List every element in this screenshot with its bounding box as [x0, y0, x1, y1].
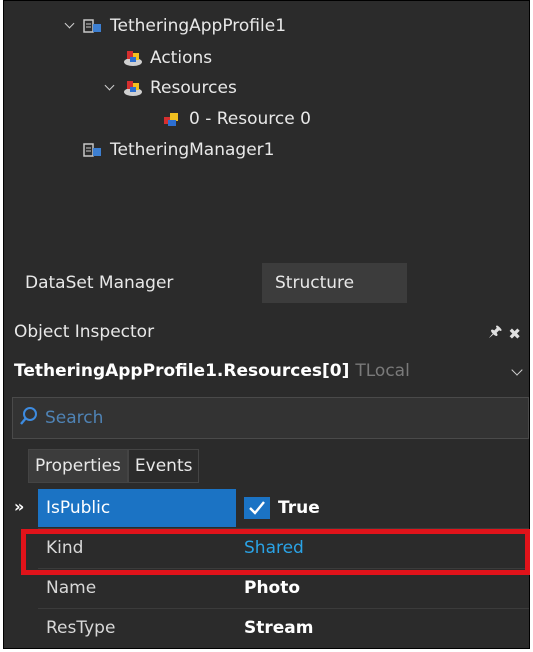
close-icon[interactable]: ✖	[508, 325, 521, 343]
collection-icon	[122, 48, 144, 68]
resource-item-icon	[161, 109, 183, 129]
expand-arrows-icon: »	[14, 497, 25, 516]
chevron-down-icon[interactable]	[64, 20, 76, 32]
selected-object-name: TetheringAppProfile1.Resources[0]	[14, 361, 350, 381]
panel-title: Object Inspector	[14, 322, 155, 342]
chevron-down-icon[interactable]	[104, 82, 116, 94]
property-name: IsPublic	[38, 489, 236, 527]
property-row-kind[interactable]: Kind Shared	[4, 529, 529, 569]
search-input[interactable]	[43, 407, 487, 429]
property-value[interactable]: Stream	[238, 609, 529, 647]
tree-node-label: TetheringAppProfile1	[110, 16, 287, 36]
tab-dataset-manager[interactable]: DataSet Manager	[12, 263, 186, 303]
property-value[interactable]: True	[238, 489, 529, 527]
inspector-tabs: Properties Events	[28, 449, 200, 483]
structure-tree: TetheringAppProfile1 Actions Resources 0…	[4, 1, 529, 263]
property-search-box[interactable]	[12, 397, 529, 439]
tree-node-actions[interactable]: Actions	[122, 43, 212, 73]
component-icon	[82, 140, 104, 160]
property-name: Kind	[46, 538, 84, 558]
collection-icon	[122, 78, 144, 98]
tab-properties[interactable]: Properties	[28, 449, 128, 483]
chevron-down-icon[interactable]	[511, 364, 523, 376]
property-name: Name	[46, 578, 97, 598]
property-row-name[interactable]: Name Photo	[4, 569, 529, 609]
component-icon	[82, 16, 104, 36]
bottom-tab-strip: DataSet Manager Structure	[4, 263, 529, 305]
property-row-restype[interactable]: ResType Stream	[4, 609, 529, 648]
tree-node-tetheringappprofile1[interactable]: TetheringAppProfile1	[64, 11, 286, 41]
property-name: ResType	[46, 618, 116, 638]
object-selector[interactable]: TetheringAppProfile1.Resources[0] TLocal	[4, 353, 529, 389]
tree-node-label: TetheringManager1	[110, 140, 275, 160]
tab-events[interactable]: Events	[127, 449, 200, 483]
property-value[interactable]: Photo	[238, 569, 529, 607]
tree-node-label: Actions	[150, 48, 213, 68]
tree-node-label: Resources	[150, 78, 237, 98]
property-value[interactable]: Shared	[238, 529, 529, 567]
tree-node-label: 0 - Resource 0	[189, 109, 311, 129]
tree-node-resource-0[interactable]: 0 - Resource 0	[161, 104, 311, 134]
tab-structure[interactable]: Structure	[262, 263, 407, 303]
tree-node-tetheringmanager1[interactable]: TetheringManager1	[82, 135, 274, 165]
object-inspector-header: Object Inspector 🖈︎ ✖	[4, 315, 529, 349]
search-icon	[19, 406, 39, 430]
tree-node-resources[interactable]: Resources	[104, 73, 237, 103]
pin-icon[interactable]: 🖈︎	[489, 321, 503, 346]
property-grid: » IsPublic True Kind Shared Name Photo R…	[4, 489, 529, 648]
ide-panel: TetheringAppProfile1 Actions Resources 0…	[3, 0, 530, 649]
property-value-text: True	[278, 498, 320, 518]
checkbox-checked-icon[interactable]	[244, 497, 270, 519]
property-row-ispublic[interactable]: » IsPublic True	[4, 489, 529, 529]
selected-object-class: TLocal	[355, 361, 410, 381]
